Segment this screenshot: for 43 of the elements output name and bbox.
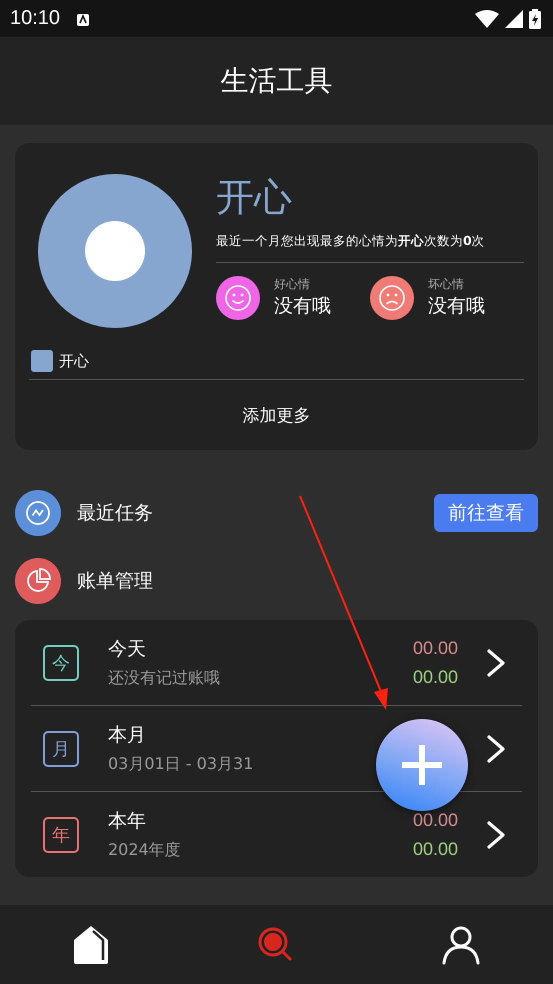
expense-amount: 00.00: [412, 810, 458, 830]
mood-headline: 开心: [216, 177, 293, 219]
signal-icon: [505, 10, 523, 28]
period-badge: 月: [43, 730, 79, 766]
chevron-right-icon: [486, 734, 506, 764]
period-badge: 年: [43, 816, 79, 852]
mood-label: 坏心情: [428, 276, 465, 294]
plus-icon: [401, 744, 443, 786]
chevron-right-icon: [486, 648, 506, 678]
period-subtitle: 2024年度: [108, 840, 182, 861]
mood-label: 好心情: [274, 276, 311, 294]
period-title: 今天: [108, 637, 147, 662]
page-title: 生活工具: [220, 63, 332, 99]
profile-icon[interactable]: [442, 924, 480, 964]
bill-row[interactable]: 月 本月 03月01日 - 03月31: [31, 706, 522, 791]
bill-row[interactable]: 年 本年 2024年度 00.00 00.00: [31, 792, 522, 877]
notification-icon: [76, 12, 90, 26]
activity-icon[interactable]: [15, 490, 61, 536]
legend-label: 开心: [59, 352, 89, 370]
view-button[interactable]: 前往查看: [434, 494, 538, 532]
mood-value: 没有哦: [274, 294, 331, 320]
income-amount: 00.00: [412, 666, 458, 688]
period-badge: 今: [43, 644, 79, 680]
income-amount: 00.00: [412, 838, 458, 860]
period-subtitle: 还没有记过账哦: [108, 668, 221, 689]
period-title: 本月: [108, 723, 147, 748]
smiley-icon: [216, 276, 260, 320]
status-time: 10:10: [10, 7, 60, 30]
pie-chart-icon[interactable]: [15, 558, 61, 604]
period-title: 本年: [108, 809, 147, 834]
shortcut-label[interactable]: 账单管理: [77, 568, 153, 594]
wifi-icon: [475, 10, 499, 28]
period-subtitle: 03月01日 - 03月31: [108, 754, 254, 775]
mood-value: 没有哦: [428, 294, 485, 320]
bill-row[interactable]: 今 今天 还没有记过账哦 00.00 00.00: [31, 620, 522, 705]
search-icon[interactable]: [258, 926, 294, 962]
add-more-button[interactable]: 添加更多: [29, 380, 524, 450]
mood-summary: 最近一个月您出现最多的心情为开心次数为0次: [216, 232, 486, 250]
shortcut-label[interactable]: 最近任务: [77, 500, 153, 526]
sad-face-icon: [370, 276, 414, 320]
battery-icon: [529, 8, 541, 28]
expense-amount: 00.00: [412, 638, 458, 658]
chevron-right-icon: [486, 820, 506, 850]
